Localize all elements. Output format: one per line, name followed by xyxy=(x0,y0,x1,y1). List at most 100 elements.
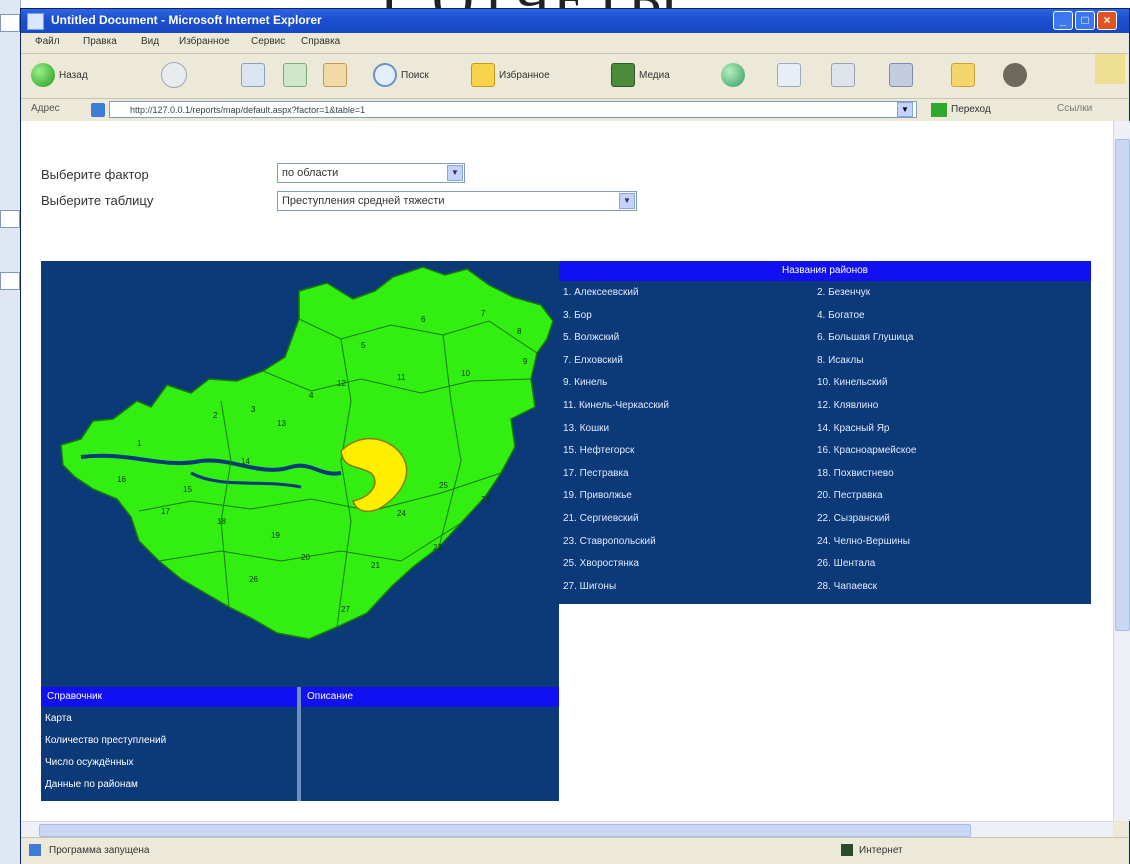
search-button[interactable]: Поиск xyxy=(373,62,429,88)
address-bar: Адрес http://127.0.0.1/reports/map/defau… xyxy=(21,99,1129,122)
links-label[interactable]: Ссылки xyxy=(1057,103,1092,114)
table-select[interactable]: Преступления средней тяжести ▼ xyxy=(277,191,637,211)
legend-item: 5. Волжский xyxy=(563,332,620,344)
district-number: 3 xyxy=(251,405,256,414)
district-number: 11 xyxy=(397,373,406,382)
description-header: Описание xyxy=(301,687,559,707)
district-number: 15 xyxy=(183,485,192,494)
horizontal-scrollbar[interactable] xyxy=(21,821,1113,838)
region-map xyxy=(60,266,554,640)
district-number: 20 xyxy=(301,553,310,562)
legend-item: 28. Чапаевск xyxy=(817,580,878,592)
legend-item: 22. Сызранский xyxy=(817,513,890,524)
folder-icon xyxy=(951,63,975,87)
legend-item: 13. Кошки xyxy=(563,422,610,434)
legend-item: 8. Исаклы xyxy=(817,354,864,366)
district-number: 21 xyxy=(371,561,380,570)
favorites-star-icon xyxy=(471,63,495,87)
page-icon xyxy=(91,103,105,117)
title-bar: Untitled Document - Microsoft Internet E… xyxy=(21,9,1129,33)
minimize-button[interactable]: _ xyxy=(1053,11,1073,30)
district-number: 1 xyxy=(137,439,142,448)
refresh-icon xyxy=(283,63,307,87)
edit-button[interactable] xyxy=(889,62,913,88)
history-icon xyxy=(721,63,745,87)
legend-header: Названия районов xyxy=(559,261,1091,281)
menu-edit[interactable]: Правка xyxy=(83,36,117,47)
district-number: 12 xyxy=(337,379,346,388)
messenger-button[interactable] xyxy=(1003,62,1027,88)
district-number: 18 xyxy=(217,517,226,526)
district-number: 23 xyxy=(481,495,490,504)
district-number: 14 xyxy=(241,457,250,466)
vertical-scrollbar[interactable] xyxy=(1113,121,1130,821)
mail-button[interactable] xyxy=(777,62,801,88)
horizontal-scroll-thumb[interactable] xyxy=(39,824,971,837)
window-title: Untitled Document - Microsoft Internet E… xyxy=(51,13,322,27)
address-dropdown-button[interactable]: ▼ xyxy=(897,102,913,117)
refresh-button[interactable] xyxy=(283,62,307,88)
go-button[interactable]: Переход xyxy=(931,101,1011,118)
background-tab xyxy=(0,14,20,32)
background-tab xyxy=(0,272,20,290)
chevron-down-icon: ▼ xyxy=(447,165,463,181)
menu-favorites[interactable]: Избранное xyxy=(179,36,230,47)
maximize-button[interactable]: □ xyxy=(1075,11,1095,30)
folder-button[interactable] xyxy=(951,62,975,88)
print-button[interactable] xyxy=(831,62,855,88)
reference-item[interactable]: Количество преступлений xyxy=(45,735,166,746)
legend-item: 10. Кинельский xyxy=(817,377,888,389)
stop-button[interactable] xyxy=(241,62,265,88)
forward-button[interactable] xyxy=(161,62,187,88)
legend-item: 16. Красноармейское xyxy=(817,445,917,457)
reference-item[interactable]: Число осуждённых xyxy=(45,757,134,768)
district-number: 25 xyxy=(439,481,448,490)
history-button[interactable] xyxy=(721,62,745,88)
factor-select[interactable]: по области ▼ xyxy=(277,163,465,183)
messenger-icon xyxy=(1003,63,1027,87)
district-number: 8 xyxy=(517,327,522,336)
menu-file[interactable]: Файл xyxy=(35,36,60,47)
legend-item: 26. Шентала xyxy=(817,558,876,570)
legend-item: 2. Безенчук xyxy=(817,287,871,298)
reference-item[interactable]: Данные по районам xyxy=(45,779,138,790)
address-label: Адрес xyxy=(31,103,60,114)
back-button[interactable]: Назад xyxy=(31,62,88,88)
district-number: 4 xyxy=(309,391,314,400)
district-number: 10 xyxy=(461,369,470,378)
status-text: Программа запущена xyxy=(49,845,150,856)
media-button[interactable]: Медиа xyxy=(611,62,670,88)
legend-item: 9. Кинель xyxy=(563,377,608,389)
reference-header: Справочник xyxy=(41,687,297,707)
reference-item[interactable]: Карта xyxy=(45,713,72,724)
legend-item: 23. Ставропольский xyxy=(563,535,656,547)
menu-tools[interactable]: Сервис xyxy=(251,36,285,47)
ie-window: Untitled Document - Microsoft Internet E… xyxy=(20,8,1130,864)
background-tab xyxy=(0,210,20,228)
ie-icon xyxy=(27,13,44,30)
menu-help[interactable]: Справка xyxy=(301,36,340,47)
print-icon xyxy=(831,63,855,87)
district-number: 9 xyxy=(523,357,528,366)
legend-item: 18. Похвистнево xyxy=(817,467,894,479)
legend-item: 11. Кинель-Черкасский xyxy=(563,400,669,411)
menu-view[interactable]: Вид xyxy=(141,36,159,47)
legend-item: 27. Шигоны xyxy=(563,580,617,592)
district-number: 5 xyxy=(361,341,366,350)
district-number: 27 xyxy=(341,605,350,614)
address-input[interactable]: http://127.0.0.1/reports/map/default.asp… xyxy=(109,101,917,118)
district-number: 22 xyxy=(433,543,442,552)
close-button[interactable]: × xyxy=(1097,11,1117,30)
toolbar: Назад Поиск Избранное Медиа xyxy=(21,54,1129,99)
district-number: 24 xyxy=(397,509,406,518)
favorites-button[interactable]: Избранное xyxy=(471,62,550,88)
factor-label: Выберите фактор xyxy=(41,167,149,182)
legend-item: 20. Пестравка xyxy=(817,490,883,502)
legend-item: 1. Алексеевский xyxy=(563,287,639,298)
district-number: 16 xyxy=(117,475,126,484)
chevron-down-icon: ▼ xyxy=(619,193,635,209)
home-button[interactable] xyxy=(323,62,347,88)
legend-item: 24. Челно-Вершины xyxy=(817,535,910,547)
vertical-scroll-thumb[interactable] xyxy=(1115,139,1130,631)
home-icon xyxy=(323,63,347,87)
